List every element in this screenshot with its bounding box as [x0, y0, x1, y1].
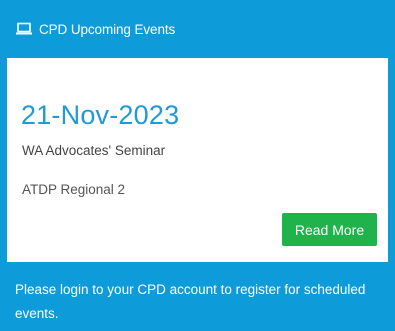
cpd-upcoming-events-widget: CPD Upcoming Events 21-Nov-2023 WA Advoc… [0, 0, 395, 331]
event-date: 21-Nov-2023 [21, 100, 180, 130]
laptop-icon [15, 22, 33, 36]
login-message: Please login to your CPD account to regi… [15, 282, 366, 321]
event-name: WA Advocates' Seminar [22, 143, 166, 158]
event-subtitle: ATDP Regional 2 [22, 182, 126, 197]
widget-header: CPD Upcoming Events [0, 0, 395, 58]
read-more-button[interactable]: Read More [282, 213, 377, 246]
widget-title: CPD Upcoming Events [39, 21, 176, 37]
event-card: 21-Nov-2023 WA Advocates' Seminar ATDP R… [7, 58, 388, 262]
